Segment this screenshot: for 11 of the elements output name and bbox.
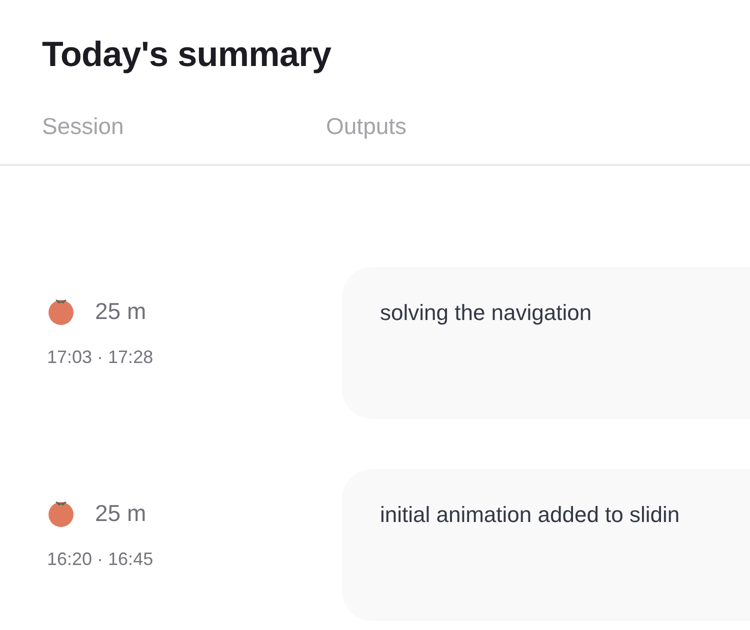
output-text: solving the navigation [380, 300, 592, 326]
column-header: Session [42, 112, 124, 141]
output-text: initial animation added to slidin [380, 502, 680, 528]
column-header: Outputs [326, 112, 407, 141]
session-duration: 25 m [95, 500, 146, 526]
session-time-range: 16:20 · 16:45 [47, 549, 154, 570]
session-duration: 25 m [95, 298, 146, 324]
tomato-icon [47, 499, 75, 527]
tomato-icon [47, 297, 75, 325]
page-title: Today's summary [41, 34, 332, 76]
session-time-range: 17:03 · 17:28 [47, 347, 154, 368]
